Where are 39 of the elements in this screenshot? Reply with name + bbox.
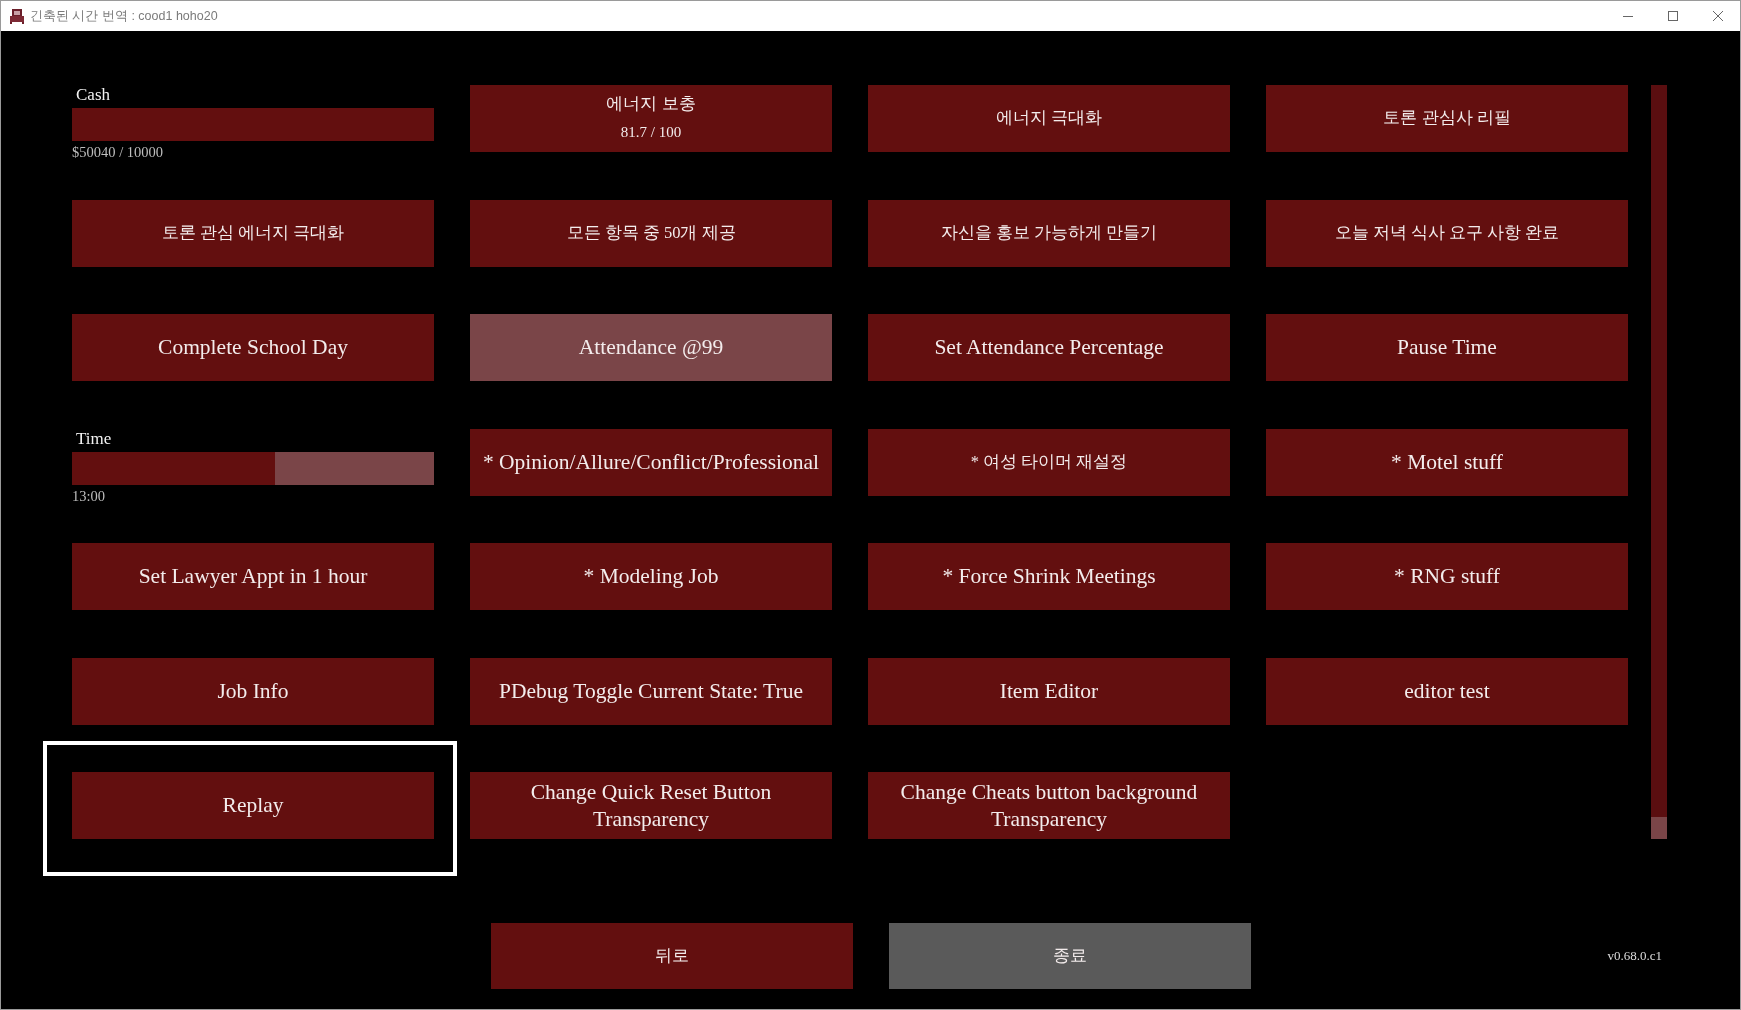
cheat-button[interactable]: Set Lawyer Appt in 1 hour: [72, 543, 434, 610]
cheat-button[interactable]: Item Editor: [868, 657, 1230, 725]
cheat-button[interactable]: 에너지 극대화: [868, 85, 1230, 152]
maximize-icon: [1667, 11, 1678, 21]
cheat-button[interactable]: Job Info: [72, 657, 434, 725]
cheat-button[interactable]: * Motel stuff: [1266, 428, 1628, 496]
cheat-button[interactable]: Replay: [72, 772, 434, 839]
stat-value: $50040 / 10000: [72, 143, 164, 161]
cheat-button[interactable]: Attendance @99: [470, 314, 832, 381]
cheat-button[interactable]: Set Attendance Percentage: [868, 314, 1230, 381]
cheat-button[interactable]: 토론 관심 에너지 극대화: [72, 199, 434, 267]
cheat-button[interactable]: * 여성 타이머 재설정: [868, 428, 1230, 496]
cheat-button[interactable]: editor test: [1266, 657, 1628, 725]
cheat-button[interactable]: Pause Time: [1266, 314, 1628, 381]
cheat-button[interactable]: Change Quick Reset Button Transparency: [470, 772, 832, 839]
menu-button[interactable]: 뒤로: [490, 923, 853, 989]
cheat-button[interactable]: 토론 관심사 리필: [1266, 85, 1628, 152]
minimize-icon: [1622, 15, 1633, 17]
cheat-button[interactable]: Complete School Day: [72, 314, 434, 381]
cheat-button[interactable]: * Modeling Job: [470, 543, 832, 610]
cheat-button[interactable]: * Opinion/Allure/Conflict/Professional: [470, 428, 832, 496]
cheat-button[interactable]: * RNG stuff: [1266, 543, 1628, 610]
cheat-button[interactable]: 모든 항목 중 50개 제공: [470, 199, 832, 267]
cheat-button[interactable]: 오늘 저녁 식사 요구 사항 완료: [1266, 199, 1628, 267]
version-text: v0.68.0.c1: [1607, 947, 1662, 966]
cheat-button[interactable]: 자신을 홍보 가능하게 만들기: [868, 199, 1230, 267]
cheat-button[interactable]: Change Cheats button background Transparency: [868, 772, 1230, 839]
stat-label: Time: [75, 428, 112, 449]
stat-label: Cash: [75, 85, 110, 105]
menu-button[interactable]: 종료: [888, 923, 1251, 989]
cheat-button[interactable]: 에너지 보충 81.7 / 100: [470, 85, 832, 152]
window-title: 긴축된 시간 번역 : cood1 hoho20: [30, 7, 218, 25]
bed-icon: [10, 8, 24, 24]
scrollbar-thumb[interactable]: [1651, 817, 1667, 839]
cheat-button[interactable]: * Force Shrink Meetings: [868, 543, 1230, 610]
close-icon: [1712, 11, 1723, 21]
scrollbar-track[interactable]: [1651, 85, 1667, 839]
stat-value: 13:00: [72, 486, 106, 505]
cheat-button[interactable]: PDebug Toggle Current State: True: [470, 657, 832, 725]
